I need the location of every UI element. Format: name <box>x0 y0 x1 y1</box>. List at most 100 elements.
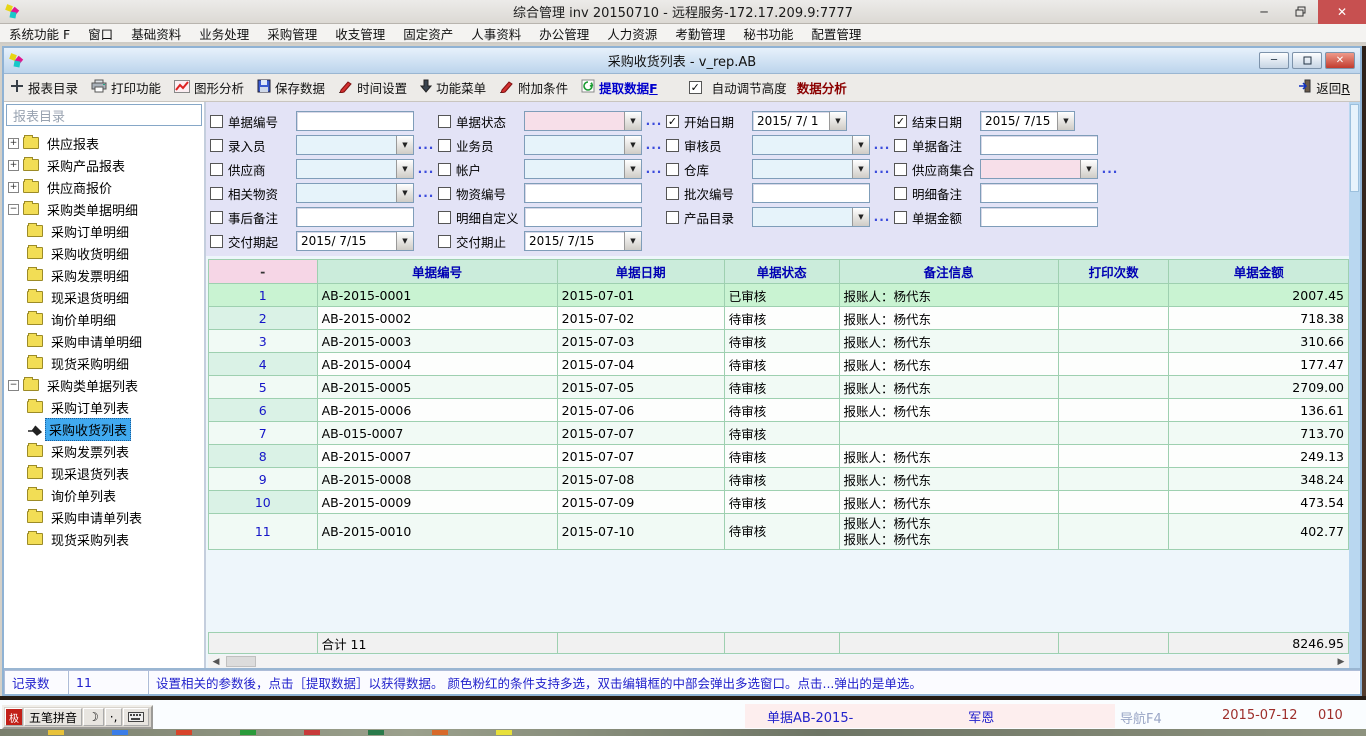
tree-item-2[interactable]: +供应商报价 <box>8 176 204 198</box>
column-header[interactable]: 备注信息 <box>839 260 1058 284</box>
chevron-down-icon[interactable]: ▼ <box>624 136 641 154</box>
column-header[interactable]: 打印次数 <box>1058 260 1169 284</box>
table-row[interactable]: 7AB-015-00072015-07-07待审核713.70 <box>209 422 1349 445</box>
filter-date-picker[interactable]: 2015/ 7/ 1▼ <box>752 111 847 131</box>
ellipsis-button[interactable]: ... <box>870 210 894 224</box>
menu-item-3[interactable]: 业务处理 <box>190 24 258 43</box>
filter-text-input[interactable] <box>980 207 1098 227</box>
menu-item-1[interactable]: 窗口 <box>79 24 122 43</box>
menu-item-11[interactable]: 秘书功能 <box>734 24 802 43</box>
ime-toolbar[interactable]: 极 五笔拼音 ☽ ·, <box>2 705 153 729</box>
menu-item-8[interactable]: 办公管理 <box>530 24 598 43</box>
menu-item-0[interactable]: 系统功能 F <box>0 24 79 43</box>
table-row[interactable]: 11AB-2015-00102015-07-10待审核报账人：杨代东 报账人：杨… <box>209 514 1349 550</box>
ime-punctuation-icon[interactable]: ·, <box>105 708 123 726</box>
menu-item-10[interactable]: 考勤管理 <box>666 24 734 43</box>
tree-item-14[interactable]: 采购发票列表 <box>8 440 204 462</box>
filter-checkbox[interactable] <box>666 211 679 224</box>
menu-item-6[interactable]: 固定资产 <box>394 24 462 43</box>
filter-text-input[interactable] <box>524 207 642 227</box>
toolbar-button-6[interactable]: 附加条件 <box>499 78 568 97</box>
chevron-down-icon[interactable]: ▼ <box>852 208 869 226</box>
filter-checkbox[interactable] <box>438 139 451 152</box>
restore-button[interactable] <box>1282 0 1318 24</box>
toolbar-button-0[interactable]: 报表目录 <box>10 78 78 97</box>
scroll-right-arrow-icon[interactable]: ▶ <box>1333 657 1349 667</box>
close-button[interactable]: ✕ <box>1318 0 1366 24</box>
vertical-scrollbar-thumb[interactable] <box>1350 104 1359 192</box>
tree-item-11[interactable]: −采购类单据列表 <box>8 374 204 396</box>
filter-date-picker[interactable]: 2015/ 7/15▼ <box>524 231 642 251</box>
taskbar-icon[interactable] <box>304 730 320 735</box>
tree-item-10[interactable]: 现货采购明细 <box>8 352 204 374</box>
chevron-down-icon[interactable]: ▼ <box>852 160 869 178</box>
child-close-button[interactable]: ✕ <box>1325 52 1355 69</box>
filter-checkbox[interactable] <box>894 211 907 224</box>
filter-date-picker[interactable]: 2015/ 7/15▼ <box>296 231 414 251</box>
toolbar-button-5[interactable]: 功能菜单 <box>420 78 486 97</box>
filter-text-input[interactable] <box>980 135 1098 155</box>
table-row[interactable]: 1AB-2015-00012015-07-01已审核报账人：杨代东2007.45 <box>209 284 1349 307</box>
filter-combo[interactable]: ▼ <box>296 135 414 155</box>
filter-checkbox[interactable] <box>210 115 223 128</box>
chevron-down-icon[interactable]: ▼ <box>624 160 641 178</box>
taskbar-icon[interactable] <box>368 730 384 735</box>
filter-text-input[interactable] <box>524 183 642 203</box>
toolbar-button-7[interactable]: 提取数据F <box>581 78 658 97</box>
filter-checkbox[interactable] <box>210 235 223 248</box>
tree-item-0[interactable]: +供应报表 <box>8 132 204 154</box>
ellipsis-button[interactable]: ... <box>414 162 438 176</box>
filter-combo[interactable]: ▼ <box>524 135 642 155</box>
minimize-button[interactable]: ─ <box>1246 0 1282 24</box>
tree-expander-icon[interactable]: + <box>8 160 19 171</box>
tree-item-1[interactable]: +采购产品报表 <box>8 154 204 176</box>
tree-item-17[interactable]: 采购申请单列表 <box>8 506 204 528</box>
tree-item-6[interactable]: 采购发票明细 <box>8 264 204 286</box>
tree-item-18[interactable]: 现货采购列表 <box>8 528 204 550</box>
ellipsis-button[interactable]: ... <box>414 138 438 152</box>
table-row[interactable]: 9AB-2015-00082015-07-08待审核报账人：杨代东348.24 <box>209 468 1349 491</box>
filter-checkbox[interactable] <box>438 211 451 224</box>
chevron-down-icon[interactable]: ▼ <box>396 184 413 202</box>
column-header[interactable]: 单据金额 <box>1169 260 1349 284</box>
table-row[interactable]: 8AB-2015-00072015-07-07待审核报账人：杨代东249.13 <box>209 445 1349 468</box>
tree-item-7[interactable]: 现采退货明细 <box>8 286 204 308</box>
filter-checkbox[interactable] <box>210 187 223 200</box>
tree-expander-icon[interactable]: − <box>8 204 19 215</box>
toolbar-button-2[interactable]: 图形分析 <box>174 78 244 97</box>
filter-checkbox[interactable]: ✓ <box>894 115 907 128</box>
tree-item-3[interactable]: −采购类单据明细 <box>8 198 204 220</box>
ime-moon-icon[interactable]: ☽ <box>83 708 104 726</box>
scrollbar-thumb[interactable] <box>226 656 256 667</box>
filter-checkbox[interactable] <box>210 163 223 176</box>
tree-expander-icon[interactable]: + <box>8 182 19 193</box>
chevron-down-icon[interactable]: ▼ <box>624 112 641 130</box>
toolbar-button-1[interactable]: 打印功能 <box>91 78 161 97</box>
filter-checkbox[interactable] <box>894 139 907 152</box>
tree-expander-icon[interactable]: − <box>8 380 19 391</box>
taskbar-icon[interactable] <box>240 730 256 735</box>
filter-combo[interactable]: ▼ <box>980 159 1098 179</box>
ime-mode-label[interactable]: 五笔拼音 <box>24 708 82 726</box>
chevron-down-icon[interactable]: ▼ <box>396 136 413 154</box>
filter-combo[interactable]: ▼ <box>752 159 870 179</box>
chevron-down-icon[interactable]: ▼ <box>396 232 413 250</box>
child-minimize-button[interactable]: ─ <box>1259 52 1289 69</box>
menu-item-5[interactable]: 收支管理 <box>326 24 394 43</box>
filter-text-input[interactable] <box>296 207 414 227</box>
return-button[interactable]: 返回R <box>1298 78 1350 97</box>
scroll-left-arrow-icon[interactable]: ◀ <box>208 657 224 667</box>
filter-date-picker[interactable]: 2015/ 7/15▼ <box>980 111 1075 131</box>
filter-text-input[interactable] <box>752 183 870 203</box>
menu-item-4[interactable]: 采购管理 <box>258 24 326 43</box>
tree-item-9[interactable]: 采购申请单明细 <box>8 330 204 352</box>
column-header[interactable]: 单据日期 <box>557 260 724 284</box>
filter-combo[interactable]: ▼ <box>752 135 870 155</box>
filter-checkbox[interactable] <box>666 187 679 200</box>
column-header[interactable]: 单据编号 <box>317 260 557 284</box>
toolbar-button-3[interactable]: 保存数据 <box>257 78 325 97</box>
filter-text-input[interactable] <box>296 111 414 131</box>
bottom-nav-label[interactable]: 导航F4 <box>1120 708 1162 727</box>
chevron-down-icon[interactable]: ▼ <box>852 136 869 154</box>
ime-keyboard-icon[interactable] <box>123 708 149 726</box>
